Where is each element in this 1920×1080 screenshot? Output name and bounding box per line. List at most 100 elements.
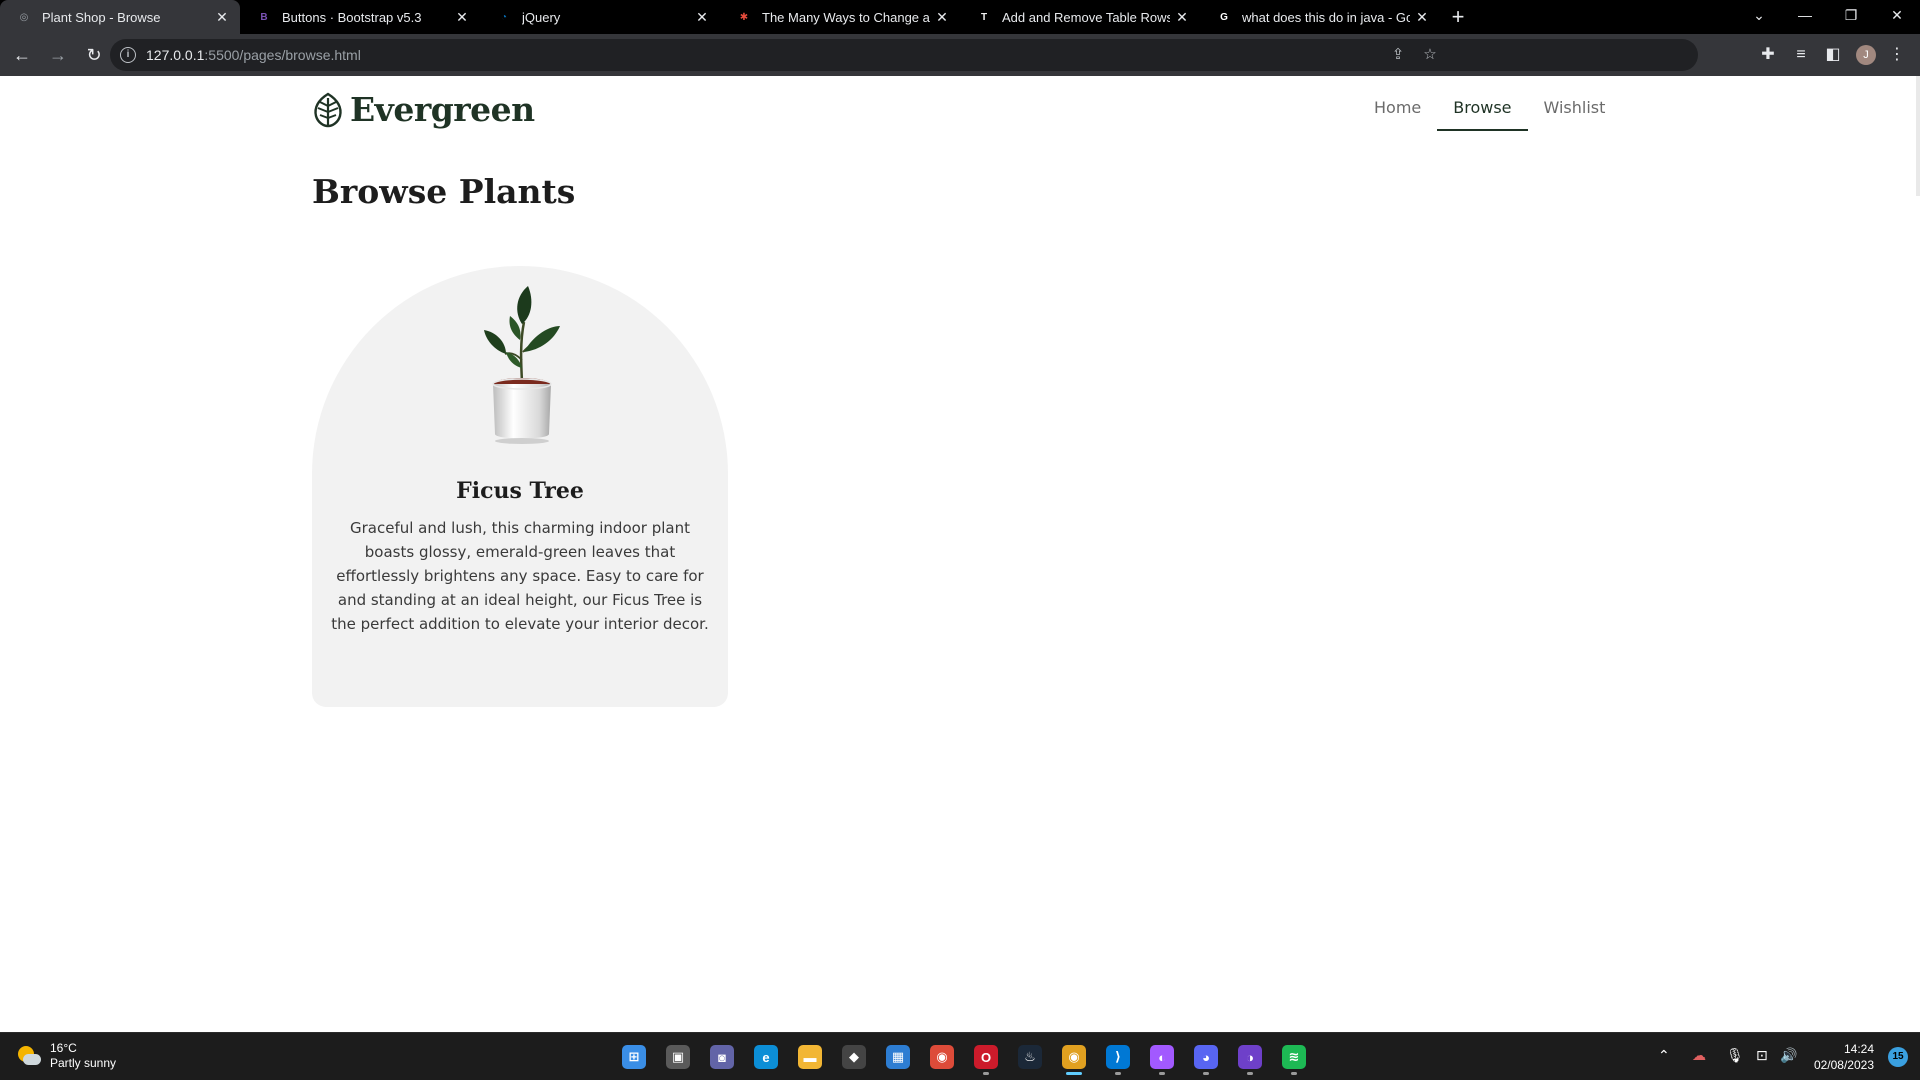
taskbar-app[interactable]: ▦ <box>876 1039 920 1075</box>
discord-icon: ◕ <box>1194 1045 1218 1069</box>
close-tab-icon[interactable]: ✕ <box>934 9 950 25</box>
nav-link-home[interactable]: Home <box>1358 90 1437 129</box>
chrome-icon: ◉ <box>930 1045 954 1069</box>
nav-link-wishlist[interactable]: Wishlist <box>1528 90 1622 129</box>
volume-icon[interactable]: 🔊 <box>1780 1047 1797 1064</box>
new-tab-button[interactable]: + <box>1440 0 1476 34</box>
tab-title: what does this do in java - Goog <box>1242 9 1410 25</box>
browser-tab[interactable]: ◎ Plant Shop - Browse ✕ <box>0 0 240 34</box>
google-icon: G <box>1220 11 1228 23</box>
opera-icon: O <box>974 1045 998 1069</box>
running-indicator <box>1159 1072 1165 1075</box>
taskbar-app[interactable]: ◐ <box>1140 1039 1184 1075</box>
running-indicator <box>1066 1072 1082 1075</box>
close-tab-icon[interactable]: ✕ <box>1414 9 1430 25</box>
share-icon[interactable]: ⇪ <box>1388 45 1408 65</box>
tab-title: Add and Remove Table Rows Dy <box>1002 9 1170 25</box>
tab-title: Plant Shop - Browse <box>42 9 161 25</box>
close-tab-icon[interactable]: ✕ <box>694 9 710 25</box>
browser-tab-strip: ◎ Plant Shop - Browse ✕ B Buttons · Bootstra… <box>0 0 1920 34</box>
tab-title: jQuery <box>522 9 561 25</box>
forward-arrow-icon[interactable]: → <box>42 39 74 71</box>
site-brand[interactable]: Evergreen <box>312 90 535 129</box>
taskbar-app[interactable]: ▣ <box>656 1039 700 1075</box>
close-window-icon[interactable]: ✕ <box>1874 0 1920 30</box>
taskbar-app[interactable]: ◙ <box>700 1039 744 1075</box>
close-tab-icon[interactable]: ✕ <box>214 9 230 25</box>
running-indicator <box>1115 1072 1121 1075</box>
browser-tab[interactable]: ◔ jQuery ✕ <box>480 0 720 34</box>
browser-tab[interactable]: T Add and Remove Table Rows Dy✕ <box>960 0 1200 34</box>
tab-search-icon[interactable]: ⌄ <box>1736 0 1782 30</box>
running-indicator <box>983 1072 989 1075</box>
taskbar-app[interactable]: ◉ <box>1052 1039 1096 1075</box>
tab-title: Buttons · Bootstrap v5.3 <box>282 9 422 25</box>
spotify-icon: ≋ <box>1282 1045 1306 1069</box>
extensions-puzzle-icon[interactable]: ✚ <box>1757 44 1779 66</box>
taskbar-apps: ⊞ ▣ ◙ e ▬ ◆ ▦ ◉ O ♨ ◉ ⟩ ◐ ◕ ◑ ≋ <box>612 1039 1316 1075</box>
partly-sunny-icon <box>16 1045 42 1067</box>
browser-tab[interactable]: B Buttons · Bootstrap v5.3 ✕ <box>240 0 480 34</box>
taskbar-app[interactable]: ≋ <box>1272 1039 1316 1075</box>
site-info-icon[interactable]: i <box>120 47 136 63</box>
address-bar[interactable]: i 127.0.0.1:5500/pages/browse.html ⇪ ☆ <box>110 39 1698 71</box>
weather-temp: 16°C <box>50 1041 77 1055</box>
minimize-icon[interactable]: — <box>1782 0 1828 30</box>
product-name: Ficus Tree <box>456 478 584 504</box>
file-explorer-icon: ▬ <box>798 1045 822 1069</box>
taskbar-app[interactable]: ⊞ <box>612 1039 656 1075</box>
running-indicator <box>1291 1072 1297 1075</box>
scrollbar[interactable] <box>1916 76 1920 196</box>
product-description: Graceful and lush, this charming indoor … <box>331 519 709 633</box>
media-queue-icon[interactable]: ≡ <box>1790 44 1812 66</box>
reload-icon[interactable]: ↻ <box>78 39 110 71</box>
system-clock[interactable]: 14:24 02/08/2023 <box>1814 1041 1874 1073</box>
vscode-icon: ⟩ <box>1106 1045 1130 1069</box>
onedrive-status-icon[interactable]: ☁ <box>1692 1047 1706 1064</box>
ficus-plant-image <box>484 286 560 444</box>
page-viewport: Evergreen Home Browse Wishlist Browse Plan… <box>0 76 1920 1032</box>
tab-title: The Many Ways to Change an SV <box>762 9 930 25</box>
taskbar-app[interactable]: ▬ <box>788 1039 832 1075</box>
clock-time: 14:24 <box>1843 1042 1874 1056</box>
taskbar-app[interactable]: ◕ <box>1184 1039 1228 1075</box>
side-panel-icon[interactable]: ◧ <box>1822 44 1844 66</box>
microphone-icon[interactable]: 🎙 <box>1726 1047 1744 1064</box>
page-title: Browse Plants <box>312 172 576 211</box>
back-arrow-icon[interactable]: ← <box>6 39 38 71</box>
leaf-logo-icon <box>314 92 342 127</box>
taskbar-app[interactable]: ◑ <box>1228 1039 1272 1075</box>
network-icon[interactable]: ⊡ <box>1756 1047 1768 1064</box>
nav-link-browse[interactable]: Browse <box>1437 90 1528 131</box>
weather-condition: Partly sunny <box>50 1056 117 1070</box>
github-desktop-icon: ◑ <box>1238 1045 1262 1069</box>
taskbar-app[interactable]: O <box>964 1039 1008 1075</box>
clock-date: 02/08/2023 <box>1813 1058 1874 1072</box>
notification-badge[interactable]: 15 <box>1888 1047 1908 1067</box>
product-card[interactable]: Ficus Tree Graceful and lush, this charm… <box>312 266 728 707</box>
menu-kebab-icon[interactable]: ⋮ <box>1886 44 1908 66</box>
close-tab-icon[interactable]: ✕ <box>454 9 470 25</box>
bookmark-star-icon[interactable]: ☆ <box>1420 45 1440 65</box>
taskbar-app[interactable]: e <box>744 1039 788 1075</box>
weather-widget[interactable]: 16°C Partly sunny <box>16 1041 116 1071</box>
os-taskbar: 16°C Partly sunny ⊞ ▣ ◙ e ▬ ◆ ▦ ◉ O ♨ ◉ ⟩ ◐ ◕ ◑ ≋ ⌃ ☁ 🎙… <box>0 1032 1920 1080</box>
taskbar-app[interactable]: ◆ <box>832 1039 876 1075</box>
figma-icon: ◐ <box>1150 1045 1174 1069</box>
tutorial-icon: T <box>980 11 988 23</box>
browser-tab[interactable]: Gwhat does this do in java - Goog ✕ <box>1200 0 1440 34</box>
taskbar-app[interactable]: ◉ <box>920 1039 964 1075</box>
edge-icon: e <box>754 1045 778 1069</box>
taskbar-app[interactable]: ⟩ <box>1096 1039 1140 1075</box>
profile-avatar[interactable]: J <box>1856 45 1876 65</box>
brand-name: Evergreen <box>350 90 535 129</box>
close-tab-icon[interactable]: ✕ <box>1174 9 1190 25</box>
taskbar-app[interactable]: ♨ <box>1008 1039 1052 1075</box>
browser-tab[interactable]: ✱ The Many Ways to Change an SV✕ <box>720 0 960 34</box>
address-url[interactable]: 127.0.0.1:5500/pages/browse.html <box>146 47 361 63</box>
restore-icon[interactable]: ❐ <box>1828 0 1874 30</box>
show-hidden-icons-chevron-icon[interactable]: ⌃ <box>1658 1047 1670 1064</box>
store-icon: ▦ <box>886 1045 910 1069</box>
running-indicator <box>1247 1072 1253 1075</box>
jquery-icon: ◔ <box>500 11 508 23</box>
